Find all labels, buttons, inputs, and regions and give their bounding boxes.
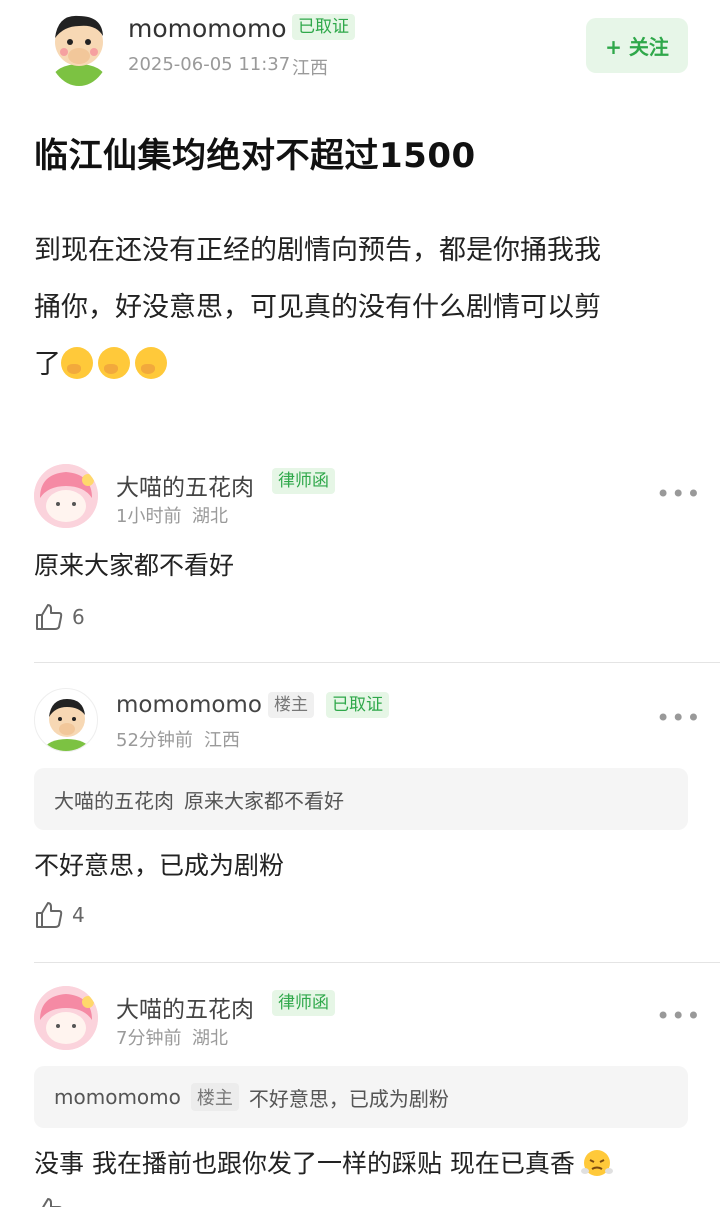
like-button[interactable]: [34, 1196, 64, 1207]
cartoon-boy-icon: [45, 699, 89, 751]
comment-time: 52分钟前: [116, 730, 193, 751]
like-count: 4: [72, 903, 85, 927]
commenter-badge: 律师函: [272, 990, 335, 1016]
like-button[interactable]: 6: [34, 602, 85, 632]
more-dots-icon[interactable]: •••: [656, 1002, 701, 1030]
quoted-comment[interactable]: momomomo 楼主 不好意思，已成为剧粉: [34, 1066, 688, 1128]
follow-button[interactable]: + 关注: [586, 18, 688, 73]
commenter-avatar[interactable]: [34, 688, 98, 752]
comment-divider: [34, 662, 720, 663]
commenter-avatar[interactable]: [34, 464, 98, 528]
op-badge: 楼主: [268, 692, 314, 718]
face-with-hand-over-mouth-icon: [135, 347, 167, 379]
comment-location: 江西: [204, 730, 240, 751]
comment-text-row: 没事 我在播前也跟你发了一样的踩贴 现在已真香: [34, 1144, 613, 1180]
quoted-comment[interactable]: 大喵的五花肉 原来大家都不看好: [34, 768, 688, 830]
thumbs-up-icon: [36, 604, 63, 630]
comment-location: 湖北: [192, 1028, 228, 1049]
thumbs-up-icon: [42, 1198, 62, 1207]
post-date: 2025-06-05 11:37: [128, 54, 291, 75]
post-body: 到现在还没有正经的剧情向预告，都是你捅我我 捅你，好没意思，可见真的没有什么剧情…: [34, 222, 684, 393]
comment-location: 湖北: [192, 506, 228, 527]
commenter-name[interactable]: momomomo: [116, 692, 262, 718]
commenter-badge: 律师函: [272, 468, 335, 494]
commenter-name[interactable]: 大喵的五花肉: [116, 468, 254, 502]
thumbs-up-icon: [36, 902, 63, 928]
quote-author: 大喵的五花肉: [54, 788, 174, 813]
cartoon-girl-icon: [34, 464, 98, 528]
verified-badge: 已取证: [326, 692, 389, 718]
more-dots-icon[interactable]: •••: [656, 704, 701, 732]
post-body-line-last: 了: [34, 336, 684, 393]
comment-time: 7分钟前: [116, 1028, 182, 1049]
like-count: 6: [72, 605, 85, 629]
comment-text: 原来大家都不看好: [34, 551, 235, 580]
commenter-avatar[interactable]: [34, 986, 98, 1050]
post-body-line: 到现在还没有正经的剧情向预告，都是你捅我我: [34, 235, 601, 266]
like-button[interactable]: 4: [34, 900, 85, 930]
comment-divider: [34, 962, 720, 963]
quote-author: momomomo: [54, 1085, 181, 1109]
quote-text: 不好意思，已成为剧粉: [248, 1086, 449, 1111]
post-body-text: 了: [34, 349, 61, 380]
post-location: 江西: [292, 58, 328, 79]
cartoon-girl-icon: [34, 986, 98, 1050]
commenter-name[interactable]: 大喵的五花肉: [116, 990, 254, 1024]
comment-time: 1小时前: [116, 506, 182, 527]
op-badge: 楼主: [190, 1083, 239, 1111]
comment-text: 不好意思，已成为剧粉: [34, 851, 285, 880]
post-author-name[interactable]: momomomo: [128, 14, 287, 43]
post-author-avatar[interactable]: [48, 6, 110, 86]
face-with-hand-over-mouth-icon: [61, 347, 93, 379]
quote-text: 原来大家都不看好: [184, 788, 344, 813]
face-with-steam-icon: [580, 1150, 613, 1176]
more-dots-icon[interactable]: •••: [656, 480, 701, 508]
post-body-line: 捅你，好没意思，可见真的没有什么剧情可以剪: [34, 292, 601, 323]
cartoon-boy-icon: [53, 15, 105, 86]
verified-badge: 已取证: [292, 14, 355, 40]
face-with-hand-over-mouth-icon: [98, 347, 130, 379]
post-title: 临江仙集均绝对不超过1500: [34, 136, 476, 176]
comment-text: 没事 我在播前也跟你发了一样的踩贴 现在已真香: [34, 1149, 575, 1178]
